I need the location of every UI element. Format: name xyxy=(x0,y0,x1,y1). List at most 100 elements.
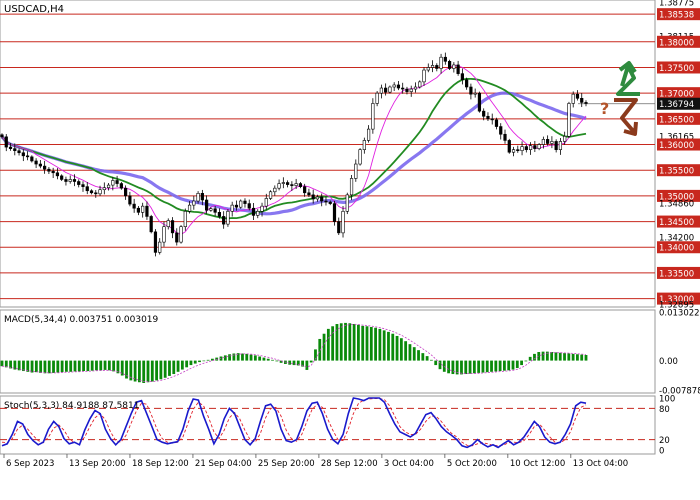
question-mark-icon: ? xyxy=(600,99,609,118)
macd-bar xyxy=(344,322,347,361)
macd-bar xyxy=(223,355,227,361)
price-label: 1.34500 xyxy=(659,218,694,228)
macd-bar xyxy=(107,360,111,371)
stoch-pane: Stoch(5,3,3) 84.9188 87.5811 xyxy=(0,395,656,455)
macd-bar xyxy=(17,360,21,371)
time-label: 5 Oct 20:00 xyxy=(447,459,497,469)
candle xyxy=(507,138,511,154)
price-label: 1.34860 xyxy=(659,200,694,210)
price-label: 1.33500 xyxy=(659,269,694,279)
macd-bar xyxy=(576,354,579,361)
macd-bar xyxy=(95,360,98,371)
macd-bar xyxy=(464,360,468,375)
macd-bar xyxy=(451,360,455,375)
macd-bar xyxy=(374,327,377,361)
candle xyxy=(345,192,349,215)
stoch-tick: 20 xyxy=(659,436,670,446)
price-label: 1.36000 xyxy=(659,141,694,151)
macd-bar xyxy=(408,344,412,361)
macd-bar xyxy=(511,360,515,370)
candle xyxy=(332,200,337,226)
macd-bar xyxy=(412,347,416,361)
macd-bar xyxy=(322,333,326,361)
macd-bar xyxy=(0,360,4,367)
stoch-tick: 0 xyxy=(659,447,664,457)
macd-bar xyxy=(541,351,545,361)
macd-bar xyxy=(249,354,253,361)
macd-bar xyxy=(52,360,55,373)
macd-bar xyxy=(447,360,450,374)
time-label: 21 Sep 04:00 xyxy=(195,459,252,469)
macd-bar xyxy=(56,360,60,373)
macd-bar xyxy=(262,357,266,361)
macd-bar xyxy=(485,360,489,373)
macd-bar xyxy=(584,355,588,361)
stoch-axis: 10080 200 xyxy=(659,395,675,457)
macd-bar xyxy=(99,360,103,371)
macd-bar xyxy=(369,327,373,361)
price-axis: 1.387751.385381.381151.380001.375001.370… xyxy=(657,0,700,311)
macd-bar xyxy=(206,359,210,361)
macd-bar xyxy=(266,358,270,361)
macd-bar xyxy=(524,360,528,362)
macd-bar xyxy=(86,360,90,372)
macd-bar xyxy=(60,360,64,373)
macd-bar xyxy=(258,356,262,361)
macd-tick: 0.013022 xyxy=(659,309,700,319)
macd-bar xyxy=(550,352,554,361)
macd-bar xyxy=(399,338,403,361)
macd-bar xyxy=(378,328,382,361)
macd-bar xyxy=(391,333,395,361)
time-label: 13 Oct 04:00 xyxy=(573,459,628,469)
time-label: 18 Sep 12:00 xyxy=(132,459,189,469)
macd-bar xyxy=(434,360,438,366)
macd-label: MACD(5,34,4) 0.003751 0.003019 xyxy=(4,315,159,325)
macd-bar xyxy=(528,356,532,361)
macd-bar xyxy=(146,360,150,383)
macd-bar xyxy=(142,360,146,383)
candle xyxy=(149,214,153,234)
price-label: 1.38538 xyxy=(659,11,694,21)
macd-bar xyxy=(163,360,167,378)
macd-bar xyxy=(554,352,558,361)
stoch-tick: 100 xyxy=(659,395,675,405)
macd-bar xyxy=(69,360,73,372)
macd-bar xyxy=(271,359,274,361)
price-label: 1.37500 xyxy=(659,64,694,74)
macd-bar xyxy=(245,353,249,361)
macd-bar xyxy=(90,360,94,371)
price-label: 1.38000 xyxy=(659,38,694,48)
macd-bar xyxy=(498,360,502,372)
macd-bar xyxy=(558,352,562,361)
time-label: 3 Oct 04:00 xyxy=(384,459,434,469)
macd-bar xyxy=(43,360,47,374)
price-label: 1.34000 xyxy=(659,244,694,254)
macd-bar xyxy=(159,360,163,380)
macd-bar xyxy=(339,323,343,361)
macd-bar xyxy=(34,360,38,373)
macd-bar xyxy=(481,360,485,373)
candle xyxy=(477,91,482,113)
macd-bar xyxy=(460,360,463,375)
macd-bar xyxy=(387,331,390,361)
macd-bar xyxy=(425,356,429,361)
price-label: 1.35500 xyxy=(659,167,694,177)
macd-bar xyxy=(77,360,81,372)
candle xyxy=(371,98,375,134)
macd-bar xyxy=(275,360,279,362)
macd-bar xyxy=(468,360,472,374)
macd-bar xyxy=(382,330,386,361)
macd-bar xyxy=(73,360,77,372)
macd-bar xyxy=(241,353,244,361)
candle xyxy=(447,59,452,71)
macd-bar xyxy=(309,360,313,363)
macd-bar xyxy=(253,355,257,361)
macd-bar xyxy=(533,353,536,361)
candle xyxy=(567,101,571,138)
macd-bar xyxy=(103,360,107,370)
macd-bar xyxy=(150,360,154,382)
macd-bar xyxy=(395,335,399,361)
macd-bar xyxy=(176,360,180,372)
price-label: 1.36794 xyxy=(659,100,694,110)
macd-bar xyxy=(490,360,493,372)
